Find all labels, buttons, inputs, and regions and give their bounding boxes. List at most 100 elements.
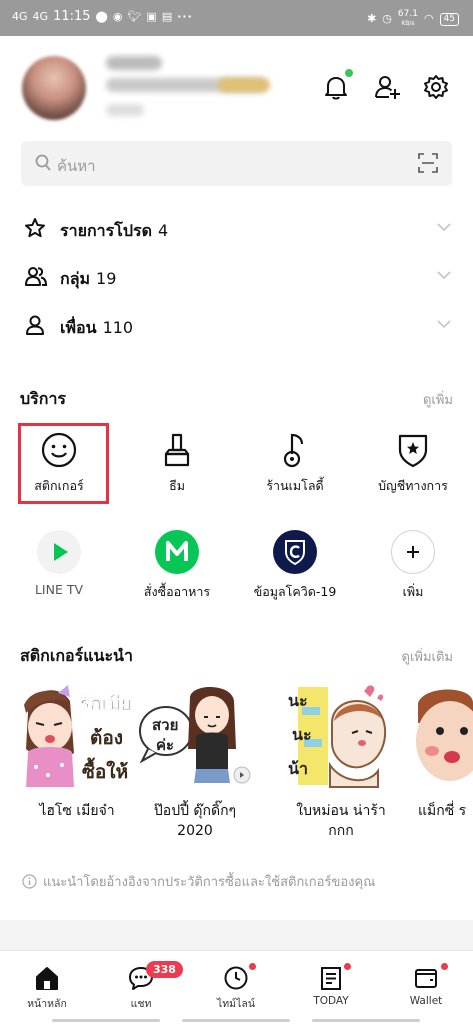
- sticker-3-name-line2: กกก: [328, 823, 354, 839]
- status-bar: 4G 4G 11:15 ⬤ ◉ 🐦︎ ▣ ▤ ··· ✱ ◷ 67.1 KB/s…: [0, 0, 473, 36]
- sticker-1-art-text-1: รักเมีย: [80, 693, 132, 715]
- network-speed-unit: KB/s: [401, 20, 415, 27]
- chevron-down-icon[interactable]: [437, 320, 451, 329]
- services-title: บริการ: [20, 389, 67, 408]
- service-line-tv-label: LINE TV: [34, 582, 84, 597]
- battery-icon: 45: [439, 12, 459, 26]
- home-icon: [36, 967, 58, 990]
- wallet-icon: [415, 969, 437, 988]
- game-icon: ▤: [161, 10, 173, 23]
- tab-wallet-label: Wallet: [409, 995, 443, 1007]
- tab-home-label: หน้าหลัก: [27, 998, 67, 1010]
- notification-dot: [345, 69, 353, 77]
- sticker-card-2[interactable]: สวย ค่ะ ป๊อปปี้ ดุ๊กดิ๊กๆ 2020: [136, 683, 254, 841]
- tab-chats[interactable]: 338 แชท: [94, 961, 188, 1012]
- list-row-favorites[interactable]: รายการโปรด 4: [0, 205, 473, 253]
- covid-shield-icon: [273, 530, 317, 574]
- search-icon: [35, 154, 51, 171]
- sticker-card-1[interactable]: รักเมีย ต้อง ซื้อให้ ไฮโซ เมียจ๋า: [18, 683, 136, 821]
- avatar[interactable]: [22, 56, 86, 120]
- sticker-thumbnail-3[interactable]: นะ นะ น้า: [282, 683, 400, 789]
- sticker-1-art-text-3: ซื้อให้: [82, 761, 129, 783]
- sticker-1-name: ไฮโซ เมียจ๋า: [39, 803, 115, 819]
- sticker-3-name: ใบหม่อน น่าร้ากกก: [282, 801, 400, 841]
- service-food-order-label: สั่งซื้ออาหาร: [143, 584, 211, 599]
- search-input[interactable]: ค้นหา: [57, 154, 96, 178]
- list-row-friends[interactable]: เพื่อน 110: [0, 302, 473, 350]
- sticker-3-name-line1: ใบหม่อน น่าร้า: [296, 803, 386, 819]
- sticker-recommendation-note: แนะนำโดยอ้างอิงจากประวัติการซื้อและใช้สต…: [22, 871, 375, 892]
- service-official-accounts[interactable]: บัญชีทางการ: [354, 432, 472, 496]
- favorites-label: รายการโปรด 4: [60, 219, 168, 244]
- nav-gesture-bar-right: [312, 1019, 420, 1022]
- shield-star-icon: [398, 434, 428, 468]
- tab-wallet[interactable]: Wallet: [379, 963, 473, 1007]
- sticker-3-art-text-1: นะ: [288, 691, 308, 710]
- list-row-groups[interactable]: กลุ่ม 19: [0, 253, 473, 301]
- network-speed: 67.1 KB/s: [398, 10, 418, 28]
- sticker-2-name: ป๊อปปี้ ดุ๊กดิ๊กๆ 2020: [136, 801, 254, 841]
- timeline-new-dot: [249, 963, 256, 970]
- gear-icon[interactable]: [421, 72, 451, 102]
- messenger-icon: ◉: [112, 10, 123, 23]
- qr-scan-icon[interactable]: [418, 153, 438, 173]
- sticker-note-text: แนะนำโดยอ้างอิงจากประวัติการซื้อและใช้สต…: [43, 875, 376, 890]
- service-melody-label: ร้านเมโลดี้: [266, 478, 324, 493]
- sticker-card-4[interactable]: แม็กซี่ ร: [410, 683, 473, 821]
- selection-highlight-box: [18, 423, 109, 504]
- section-divider: [0, 920, 473, 950]
- sticker-thumbnail-2[interactable]: สวย ค่ะ: [136, 683, 254, 789]
- star-icon: [25, 218, 45, 238]
- service-themes-label: ธีม: [169, 478, 185, 493]
- tab-today[interactable]: TODAY: [284, 963, 378, 1007]
- service-covid-info[interactable]: ข้อมูลโควิด-19: [236, 530, 354, 602]
- tab-home[interactable]: หน้าหลัก: [0, 965, 94, 1012]
- favorites-text: รายการโปรด: [60, 221, 152, 240]
- gallery-icon: ▣: [146, 10, 157, 23]
- sticker-2-name-line1: ป๊อปปี้ ดุ๊กดิ๊กๆ: [153, 803, 237, 819]
- sticker-thumbnail-4[interactable]: [410, 683, 473, 789]
- twitter-icon: 🐦︎: [127, 10, 142, 23]
- services-more-link[interactable]: ดูเพิ่ม: [423, 389, 453, 410]
- sticker-3-art-text-3: น้า: [288, 759, 308, 778]
- service-covid-info-label: ข้อมูลโควิด-19: [253, 584, 337, 599]
- service-themes[interactable]: ธีม: [118, 432, 236, 496]
- service-food-order[interactable]: สั่งซื้ออาหาร: [118, 530, 236, 602]
- music-note-icon: [283, 433, 304, 468]
- service-line-tv[interactable]: LINE TV: [0, 530, 118, 597]
- sticker-3-art-text-2: นะ: [292, 725, 312, 744]
- today-new-dot: [344, 963, 351, 970]
- groups-text: กลุ่ม: [60, 269, 91, 288]
- network-speed-value: 67.1: [397, 9, 418, 19]
- service-add-more-label: เพิ่ม: [402, 584, 424, 599]
- add-friend-icon[interactable]: [372, 72, 402, 102]
- chevron-down-icon[interactable]: [437, 223, 451, 232]
- info-icon: [22, 874, 37, 889]
- bluetooth-icon: ✱: [367, 12, 377, 25]
- service-add-more[interactable]: เพิ่ม: [354, 530, 472, 602]
- friends-count: 110: [102, 318, 134, 337]
- tab-timeline[interactable]: ไทม์ไลน์: [189, 963, 283, 1012]
- sticker-thumbnail-1[interactable]: รักเมีย ต้อง ซื้อให้: [18, 683, 136, 789]
- wallet-new-dot: [441, 963, 448, 970]
- sticker-2-name-line2: 2020: [177, 823, 213, 839]
- tab-today-label: TODAY: [313, 995, 349, 1007]
- sticker-2-art-text-2: ค่ะ: [156, 736, 175, 754]
- profile-extra-blurred: [106, 104, 144, 116]
- groups-count: 19: [96, 269, 117, 288]
- stickers-section-title: สติกเกอร์แนะนำ: [20, 646, 133, 665]
- person-icon: [26, 315, 44, 335]
- stickers-more-link[interactable]: ดูเพิ่มเติม: [402, 646, 453, 667]
- signal-4g-label-2: 4G: [32, 10, 49, 23]
- service-official-accounts-label: บัญชีทางการ: [378, 478, 448, 493]
- chevron-down-icon[interactable]: [437, 271, 451, 280]
- clock-time: 11:15: [53, 9, 91, 24]
- alarm-icon: ◷: [382, 12, 392, 25]
- profile-header[interactable]: [0, 36, 473, 136]
- service-melody[interactable]: ร้านเมโลดี้: [236, 432, 354, 496]
- today-news-icon: [321, 967, 341, 990]
- sticker-4-name: แม็กซี่ ร: [418, 803, 467, 819]
- sticker-card-3[interactable]: นะ นะ น้า ใบหม่อน น่าร้ากกก: [282, 683, 400, 841]
- search-bar[interactable]: ค้นหา: [21, 141, 452, 186]
- chat-unread-badge: 338: [146, 961, 183, 978]
